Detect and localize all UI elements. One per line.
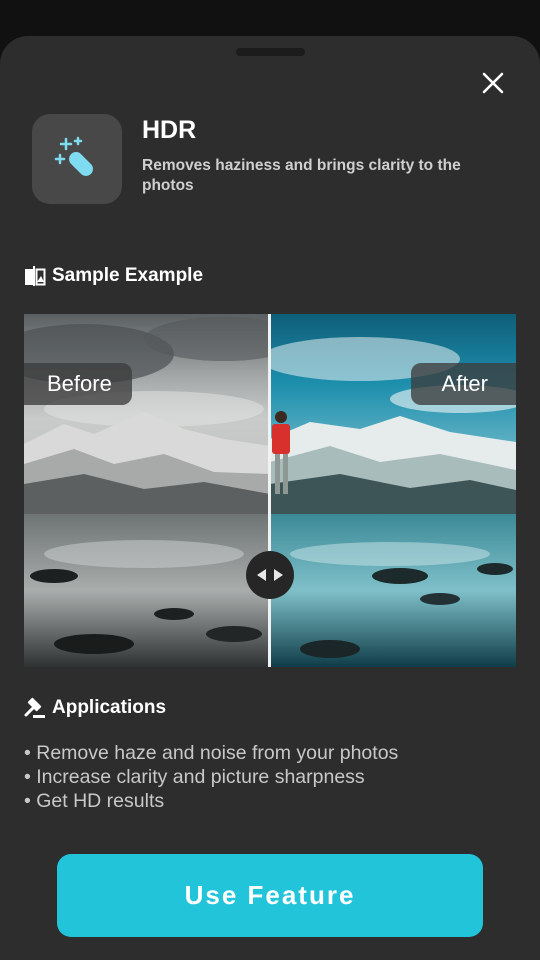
sample-example-heading: Sample Example xyxy=(24,265,203,287)
applications-label: Applications xyxy=(52,697,167,718)
comparison-slider-handle[interactable] xyxy=(246,551,294,599)
compare-icon xyxy=(25,266,46,286)
bottom-sheet: HDR Removes haziness and brings clarity … xyxy=(0,36,540,960)
list-item: Increase clarity and picture sharpness xyxy=(24,765,398,789)
use-feature-button[interactable]: Use Feature xyxy=(57,854,483,937)
close-button[interactable] xyxy=(476,66,510,100)
after-label-text: After xyxy=(441,371,488,396)
magic-wand-icon xyxy=(54,136,93,176)
left-right-arrows-icon xyxy=(257,569,283,581)
before-label-text: Before xyxy=(47,371,112,396)
close-icon xyxy=(482,72,504,94)
list-item: Get HD results xyxy=(24,789,398,813)
before-after-comparison[interactable]: Before After xyxy=(24,314,516,667)
drag-handle[interactable] xyxy=(236,48,305,56)
feature-icon-tile xyxy=(32,114,122,204)
list-item: Remove haze and noise from your photos xyxy=(24,741,398,765)
comparison-divider[interactable] xyxy=(268,314,271,667)
feature-description: Removes haziness and brings clarity to t… xyxy=(142,157,461,194)
after-label: After xyxy=(410,363,516,405)
applications-list: Remove haze and noise from your photos I… xyxy=(24,741,398,813)
before-label: Before xyxy=(24,363,132,405)
gavel-icon xyxy=(24,697,45,718)
applications-heading: Applications xyxy=(24,697,166,719)
feature-title: HDR xyxy=(142,116,197,144)
sample-example-label: Sample Example xyxy=(52,265,204,286)
